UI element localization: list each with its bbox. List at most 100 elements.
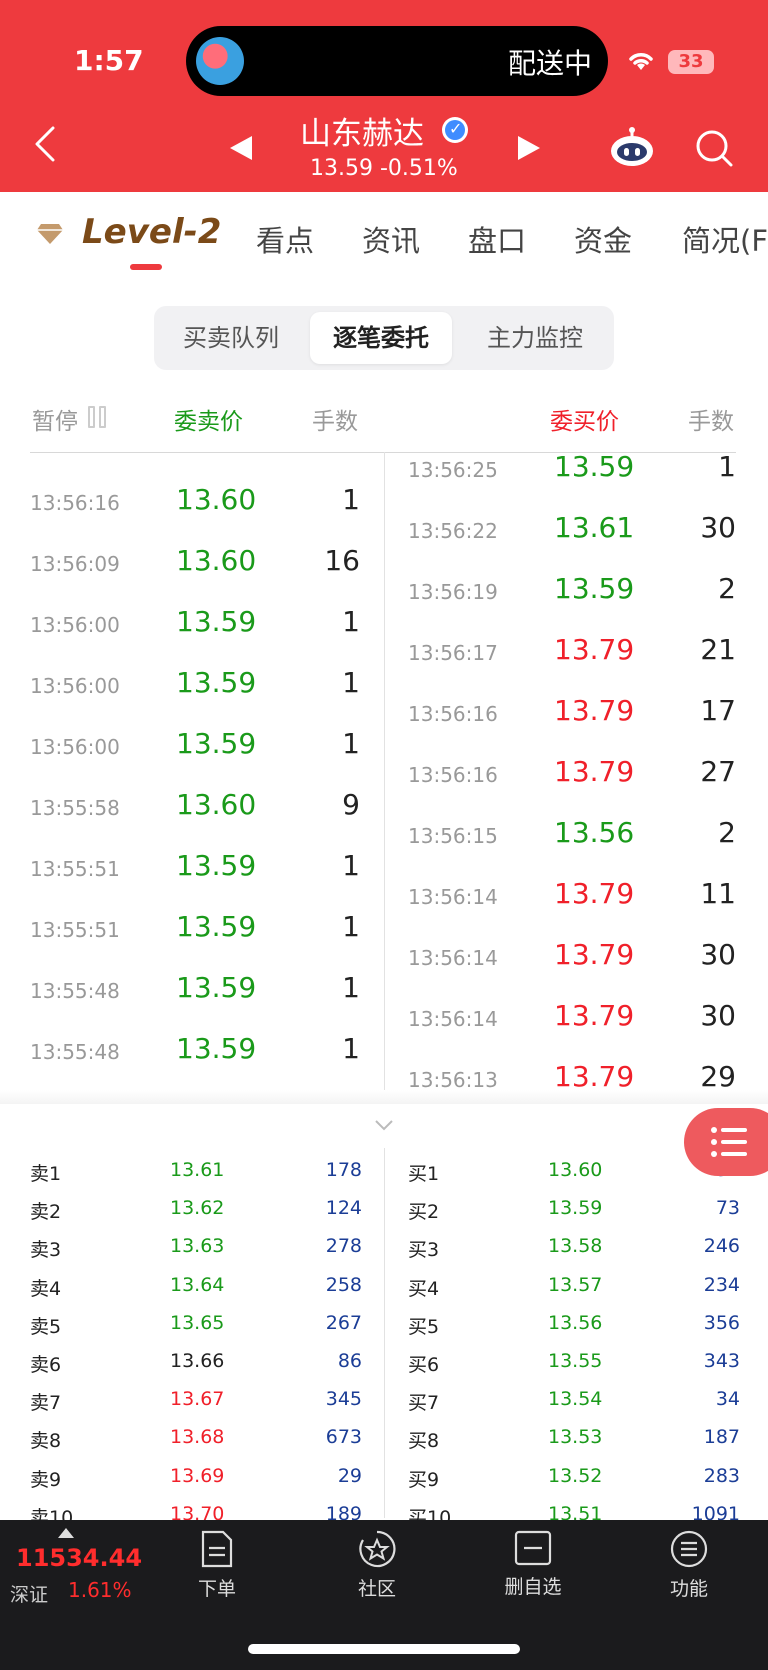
tick-price: 13.60: [176, 788, 257, 821]
tab-news[interactable]: 资讯: [362, 218, 420, 260]
segment-tick-orders[interactable]: 逐笔委托: [310, 312, 452, 364]
buy-tick-row[interactable]: 13:56:22 13.61 30: [408, 509, 736, 549]
ask_book-row[interactable]: 卖1 13.61 178: [30, 1155, 362, 1189]
tab-highlights[interactable]: 看点: [256, 218, 314, 260]
search-icon[interactable]: [694, 128, 734, 168]
tick-qty: 30: [700, 938, 736, 971]
sell-tick-row[interactable]: 13:56:16 13.60 1: [30, 481, 360, 521]
place-order-button[interactable]: 下单: [162, 1530, 272, 1601]
ask_book-row[interactable]: 卖4 13.64 258: [30, 1270, 362, 1304]
book-price: 13.67: [170, 1388, 225, 1411]
segment-order-queue[interactable]: 买卖队列: [160, 312, 302, 364]
tick-price: 13.59: [176, 666, 257, 699]
sell-tick-row[interactable]: 13:55:51 13.59 1: [30, 847, 360, 887]
ask_book-row[interactable]: 卖2 13.62 124: [30, 1193, 362, 1227]
bid_book-row[interactable]: 买8 13.53 187: [408, 1422, 740, 1456]
tick-price: 13.59: [176, 605, 257, 638]
segment-main-force-monitor[interactable]: 主力监控: [462, 312, 608, 364]
robot-assistant-icon[interactable]: [608, 126, 656, 168]
wifi-icon: [629, 53, 653, 70]
sell-tick-row[interactable]: 13:56:00 13.59 1: [30, 664, 360, 704]
bid_book-row[interactable]: 买9 13.52 283: [408, 1461, 740, 1495]
tick-time: 13:56:16: [408, 702, 498, 726]
tick-qty: 17: [700, 694, 736, 727]
next-stock-arrow-icon[interactable]: [518, 136, 540, 160]
buy-tick-row[interactable]: 13:56:19 13.59 2: [408, 570, 736, 610]
tick-time: 13:56:16: [408, 763, 498, 787]
back-arrow-icon[interactable]: [34, 126, 56, 162]
pause-icon[interactable]: [88, 406, 108, 428]
book-price: 13.55: [548, 1350, 603, 1372]
ask_book-row[interactable]: 卖9 13.69 29: [30, 1461, 362, 1495]
header-divider-left: [30, 452, 384, 453]
buy-tick-row[interactable]: 13:56:16 13.79 17: [408, 692, 736, 732]
dynamic-island[interactable]: 配送中: [186, 26, 608, 96]
community-star-icon: [359, 1530, 396, 1568]
tab-bar: Level-2 看点 资讯 盘口 资金 简况(F: [0, 192, 768, 282]
book-qty: 34: [715, 1388, 740, 1411]
book-price: 13.64: [170, 1273, 225, 1296]
book-qty: 187: [703, 1426, 740, 1449]
buy-tick-row[interactable]: 13:56:14 13.79 11: [408, 875, 736, 915]
tick-time: 13:55:58: [30, 796, 120, 820]
sell-tick-row[interactable]: 13:56:00 13.59 1: [30, 725, 360, 765]
book-level-label: 卖1: [30, 1163, 62, 1185]
sell-qty-header: 手数: [312, 409, 358, 435]
tick-price: 13.79: [554, 1060, 635, 1093]
tab-profile[interactable]: 简况(F: [682, 218, 768, 260]
tick-qty: 27: [700, 755, 736, 788]
sell-tick-row[interactable]: 13:56:00 13.59 1: [30, 603, 360, 643]
verified-badge-icon: ✓: [442, 117, 468, 143]
home-indicator[interactable]: [248, 1644, 520, 1654]
ask_book-row[interactable]: 卖5 13.65 267: [30, 1308, 362, 1342]
tick-qty: 1: [342, 849, 360, 882]
bid_book-row[interactable]: 买7 13.54 34: [408, 1384, 740, 1418]
buy-tick-row[interactable]: 13:56:17 13.79 21: [408, 631, 736, 671]
community-button[interactable]: 社区: [322, 1530, 432, 1601]
tab-level2[interactable]: Level-2: [82, 212, 221, 252]
sell-tick-row[interactable]: 13:55:48 13.59 1: [30, 969, 360, 1009]
book-qty: 278: [325, 1235, 362, 1258]
tab-quotes[interactable]: 盘口: [468, 218, 526, 260]
sell-tick-row[interactable]: 13:56:09 13.60 16: [30, 542, 360, 582]
ask_book-row[interactable]: 卖6 13.66 86: [30, 1346, 362, 1380]
functions-button[interactable]: 功能: [634, 1530, 744, 1601]
stock-name[interactable]: 山东赫达: [300, 108, 424, 153]
active-tab-indicator: [130, 264, 162, 270]
bid_book-row[interactable]: 买5 13.56 356: [408, 1308, 740, 1342]
chevron-down-icon[interactable]: [374, 1118, 394, 1132]
book-price: 13.53: [548, 1426, 603, 1449]
tab-funds[interactable]: 资金: [574, 218, 632, 260]
sell-tick-row[interactable]: 13:55:58 13.60 9: [30, 786, 360, 826]
tick-price: 13.59: [176, 1032, 257, 1065]
buy-tick-row[interactable]: 13:56:16 13.79 27: [408, 753, 736, 793]
buy-tick-row[interactable]: 13:56:25 13.59 1: [408, 448, 736, 488]
ask_book-row[interactable]: 卖7 13.67 345: [30, 1384, 362, 1418]
sell-tick-row[interactable]: 13:55:51 13.59 1: [30, 908, 360, 948]
ask_book-row[interactable]: 卖8 13.68 673: [30, 1422, 362, 1456]
status-time: 1:57: [74, 44, 144, 77]
book-price: 13.63: [170, 1235, 225, 1258]
tick-time: 13:56:19: [408, 580, 498, 604]
ask_book-row[interactable]: 卖3 13.63 278: [30, 1231, 362, 1265]
remove-watchlist-button[interactable]: 删自选: [478, 1530, 588, 1599]
buy-tick-row[interactable]: 13:56:15 13.56 2: [408, 814, 736, 854]
book-qty: 343: [703, 1350, 740, 1372]
book-level-label: 卖7: [30, 1392, 62, 1415]
verified-check: ✓: [449, 119, 463, 138]
sell-tick-row[interactable]: 13:55:48 13.59 1: [30, 1030, 360, 1070]
book-level-label: 买5: [408, 1315, 440, 1338]
index-value[interactable]: 11534.44: [16, 1544, 142, 1572]
bid_book-row[interactable]: 买6 13.55 343: [408, 1346, 740, 1380]
previous-stock-arrow-icon[interactable]: [230, 136, 252, 160]
buy-tick-row[interactable]: 13:56:14 13.79 30: [408, 936, 736, 976]
bid_book-row[interactable]: 买2 13.59 73: [408, 1193, 740, 1227]
menu-floating-button[interactable]: [684, 1108, 768, 1176]
tick-price: 13.59: [176, 971, 257, 1004]
book-level-label: 买9: [408, 1468, 440, 1491]
pause-button[interactable]: 暂停: [32, 402, 78, 436]
bid_book-row[interactable]: 买4 13.57 234: [408, 1270, 740, 1304]
tick-qty: 1: [342, 910, 360, 943]
buy-tick-row[interactable]: 13:56:14 13.79 30: [408, 997, 736, 1037]
bid_book-row[interactable]: 买3 13.58 246: [408, 1231, 740, 1265]
